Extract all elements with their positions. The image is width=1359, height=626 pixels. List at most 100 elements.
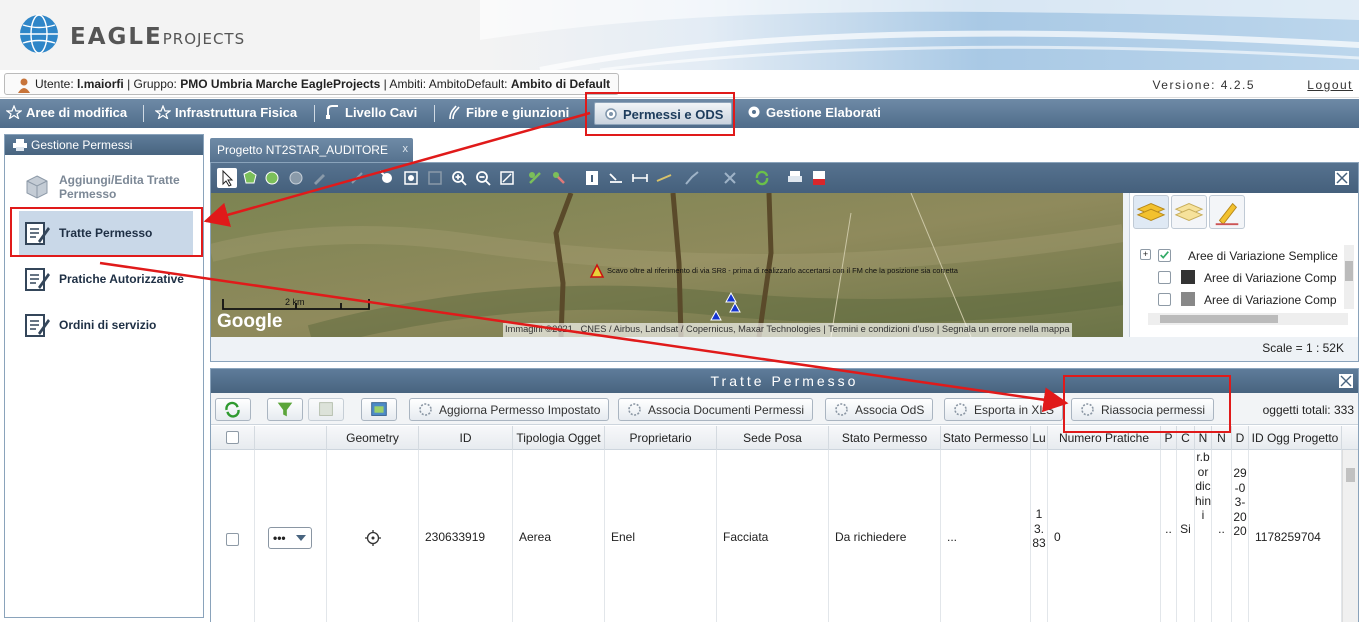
app-header: EAGLEPROJECTS	[0, 0, 1359, 70]
layer-row[interactable]: Aree di Variazione Comp	[1138, 291, 1348, 311]
sidebar-title: Gestione Permessi	[31, 138, 133, 152]
col-id-ogg-progetto[interactable]: ID Ogg Progetto	[1249, 426, 1342, 450]
layer-hscrollbar[interactable]	[1148, 313, 1348, 325]
next-extent-icon[interactable]	[549, 168, 569, 188]
sidebar-gestione-permessi: Gestione Permessi Aggiungi/Edita Tratte …	[4, 134, 204, 618]
identify-tool-icon[interactable]	[377, 168, 397, 188]
menu-aree-di-modifica[interactable]: Aree di modifica	[6, 99, 127, 128]
expand-layer-icon[interactable]: +	[1140, 249, 1151, 260]
layers-tab-icon[interactable]	[1133, 195, 1169, 229]
layer-vscrollbar[interactable]	[1344, 245, 1354, 309]
group-label: | Gruppo:	[123, 77, 177, 91]
sidebar-item-aggiungi-edita[interactable]: Aggiungi/Edita Tratte Permesso	[19, 165, 193, 209]
close-tab-icon[interactable]: x	[403, 143, 409, 155]
refresh-map-icon[interactable]	[752, 168, 772, 188]
line-tool-icon[interactable]	[654, 168, 674, 188]
report-error-link[interactable]: Segnala un errore nella mappa	[942, 324, 1070, 334]
maximize-map-icon[interactable]	[1332, 168, 1352, 188]
cell-tipologia: Aerea	[519, 530, 552, 544]
sidebar-item-ordini-di-servizio[interactable]: Ordini di servizio	[19, 303, 193, 347]
menu-gestione-elaborati[interactable]: Gestione Elaborati	[746, 99, 881, 128]
clear-tool-icon[interactable]	[720, 168, 740, 188]
measure-tool-icon[interactable]	[347, 168, 367, 188]
cell-stato-permesso-2: ...	[947, 530, 958, 544]
menu-livello-cavi[interactable]: Livello Cavi	[325, 99, 417, 128]
col-numero-pratiche[interactable]: Numero Pratiche	[1048, 426, 1161, 450]
layers-alt-tab-icon[interactable]	[1171, 195, 1207, 229]
zoom-out-icon[interactable]	[473, 168, 493, 188]
locate-geometry-icon[interactable]	[365, 530, 381, 546]
layer-checkbox[interactable]	[1158, 271, 1171, 284]
col-sede-posa[interactable]: Sede Posa	[717, 426, 829, 450]
aggiorna-permesso-button[interactable]: Aggiorna Permesso Impostato	[409, 398, 610, 421]
filter-button[interactable]	[267, 398, 303, 421]
map-view-button[interactable]	[361, 398, 397, 421]
map-canvas[interactable]: Scavo oltre al riferimento di via SR8 - …	[211, 193, 1123, 337]
route-tool-icon[interactable]	[682, 168, 702, 188]
layer-checkbox[interactable]	[1158, 293, 1171, 306]
pointer-tool-icon[interactable]	[217, 168, 237, 188]
gear-icon	[628, 403, 641, 416]
row-actions-dropdown[interactable]: •••	[268, 527, 312, 549]
layer-row[interactable]: + Aree di Variazione Semplice	[1138, 247, 1348, 267]
ruler-tool-icon[interactable]	[606, 168, 626, 188]
menu-infrastruttura-fisica[interactable]: Infrastruttura Fisica	[155, 99, 297, 128]
select-all-cell	[211, 426, 255, 450]
sidebar-item-pratiche-autorizzative[interactable]: Pratiche Autorizzative	[19, 257, 193, 301]
ambito-name: Ambito di Default	[510, 77, 611, 91]
terms-link[interactable]: Termini e condizioni d'uso	[828, 324, 934, 334]
menu-fibre-e-giunzioni[interactable]: Fibre e giunzioni	[446, 99, 569, 128]
user-icon	[18, 78, 30, 93]
associa-ods-button[interactable]: Associa OdS	[825, 398, 934, 421]
layer-checkbox[interactable]	[1158, 249, 1171, 262]
edit-tool-icon[interactable]	[309, 168, 329, 188]
zoom-box-alt-icon[interactable]	[425, 168, 445, 188]
pdf-export-icon[interactable]	[809, 168, 829, 188]
row-checkbox[interactable]	[226, 533, 239, 546]
zoom-box-icon[interactable]	[401, 168, 421, 188]
polygon-select-icon[interactable]	[240, 168, 260, 188]
cell-d: 29-03-2020	[1233, 466, 1247, 539]
ambiti-label: | Ambiti: AmbitoDefault:	[380, 77, 508, 91]
select-all-checkbox[interactable]	[226, 431, 239, 444]
refresh-grid-button[interactable]	[215, 398, 251, 421]
zoom-in-icon[interactable]	[449, 168, 469, 188]
globe-tool-icon[interactable]	[286, 168, 306, 188]
col-stato-permesso[interactable]: Stato Permesso	[829, 426, 941, 450]
star-outline-icon	[6, 105, 22, 119]
print-icon[interactable]	[785, 168, 805, 188]
col-id[interactable]: ID	[419, 426, 513, 450]
riassocia-permessi-button[interactable]: Riassocia permessi	[1071, 398, 1215, 421]
logout-link[interactable]: Logout	[1307, 78, 1353, 92]
zoom-extent-icon[interactable]	[497, 168, 517, 188]
col-lu[interactable]: Lu	[1031, 426, 1048, 450]
col-n[interactable]: N	[1195, 426, 1212, 450]
col-c[interactable]: C	[1177, 426, 1195, 450]
col-n-2[interactable]: N	[1212, 426, 1232, 450]
esporta-xls-button[interactable]: Esporta in XLS	[944, 398, 1064, 421]
printer-icon	[13, 139, 27, 151]
col-geometry[interactable]: Geometry	[327, 426, 419, 450]
associa-documenti-button[interactable]: Associa Documenti Permessi	[618, 398, 814, 421]
edit-layer-tab-icon[interactable]	[1209, 195, 1245, 229]
tab-progetto[interactable]: Progetto NT2STAR_AUDITORE x	[210, 138, 413, 162]
col-d[interactable]: D	[1232, 426, 1249, 450]
export-grid-button[interactable]	[308, 398, 344, 421]
col-p[interactable]: P	[1161, 426, 1177, 450]
distance-tool-icon[interactable]	[630, 168, 650, 188]
edit-document-icon	[25, 268, 50, 291]
menu-permessi-e-ods[interactable]: Permessi e ODS	[594, 102, 733, 125]
user-bar: Utente: l.maiorfi | Gruppo: PMO Umbria M…	[0, 70, 1359, 98]
sidebar-item-tratte-permesso[interactable]: Tratte Permesso	[19, 211, 193, 255]
table-row[interactable]: ••• 230633919 Aerea Enel Facciata Da ric…	[211, 450, 1342, 622]
col-proprietario[interactable]: Proprietario	[605, 426, 717, 450]
info-icon[interactable]	[582, 168, 602, 188]
circle-select-icon[interactable]	[263, 168, 283, 188]
previous-extent-icon[interactable]	[525, 168, 545, 188]
grid-vscrollbar[interactable]	[1342, 450, 1358, 622]
edit-document-icon	[25, 222, 50, 245]
col-stato-permesso-2[interactable]: Stato Permesso	[941, 426, 1031, 450]
maximize-grid-icon[interactable]	[1339, 374, 1353, 388]
col-tipologia[interactable]: Tipologia Ogget	[513, 426, 605, 450]
layer-row[interactable]: Aree di Variazione Comp	[1138, 269, 1348, 289]
